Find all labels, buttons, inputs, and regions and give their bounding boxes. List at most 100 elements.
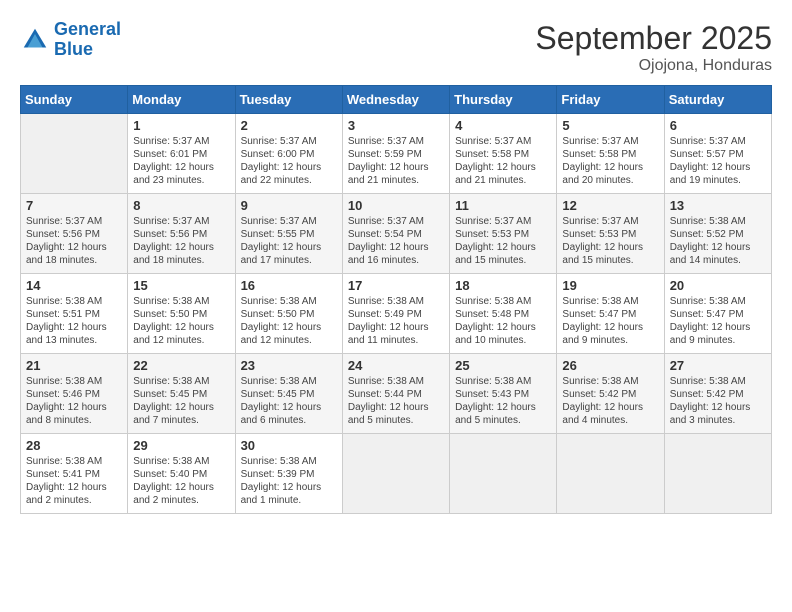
cell-info: Sunrise: 5:38 AM Sunset: 5:42 PM Dayligh… <box>670 375 766 427</box>
calendar-cell: 23 Sunrise: 5:38 AM Sunset: 5:45 PM Dayli… <box>235 354 342 434</box>
column-header-tuesday: Tuesday <box>235 86 342 114</box>
calendar-cell: 18 Sunrise: 5:38 AM Sunset: 5:48 PM Dayli… <box>450 274 557 354</box>
calendar-cell: 30 Sunrise: 5:38 AM Sunset: 5:39 PM Dayli… <box>235 434 342 514</box>
day-number: 29 <box>133 438 229 453</box>
calendar-cell <box>664 434 771 514</box>
day-number: 22 <box>133 358 229 373</box>
cell-info: Sunrise: 5:38 AM Sunset: 5:43 PM Dayligh… <box>455 375 551 427</box>
title-section: September 2025 Ojojona, Honduras <box>535 20 772 75</box>
calendar-cell <box>450 434 557 514</box>
cell-info: Sunrise: 5:38 AM Sunset: 5:39 PM Dayligh… <box>241 455 337 507</box>
calendar-cell <box>342 434 449 514</box>
day-number: 6 <box>670 118 766 133</box>
column-header-friday: Friday <box>557 86 664 114</box>
cell-info: Sunrise: 5:37 AM Sunset: 5:59 PM Dayligh… <box>348 135 444 187</box>
cell-info: Sunrise: 5:38 AM Sunset: 5:45 PM Dayligh… <box>241 375 337 427</box>
calendar-cell: 3 Sunrise: 5:37 AM Sunset: 5:59 PM Daylig… <box>342 114 449 194</box>
day-number: 20 <box>670 278 766 293</box>
column-header-thursday: Thursday <box>450 86 557 114</box>
cell-info: Sunrise: 5:37 AM Sunset: 5:56 PM Dayligh… <box>133 215 229 267</box>
calendar-cell: 15 Sunrise: 5:38 AM Sunset: 5:50 PM Dayli… <box>128 274 235 354</box>
calendar-cell: 2 Sunrise: 5:37 AM Sunset: 6:00 PM Daylig… <box>235 114 342 194</box>
calendar-cell: 14 Sunrise: 5:38 AM Sunset: 5:51 PM Dayli… <box>21 274 128 354</box>
calendar-cell: 1 Sunrise: 5:37 AM Sunset: 6:01 PM Daylig… <box>128 114 235 194</box>
cell-info: Sunrise: 5:38 AM Sunset: 5:47 PM Dayligh… <box>670 295 766 347</box>
calendar-cell: 11 Sunrise: 5:37 AM Sunset: 5:53 PM Dayli… <box>450 194 557 274</box>
day-number: 18 <box>455 278 551 293</box>
day-number: 15 <box>133 278 229 293</box>
calendar-week-row: 28Sunrise: 5:38 AM Sunset: 5:41 PM Dayli… <box>21 434 772 514</box>
day-number: 17 <box>348 278 444 293</box>
calendar-cell: 7 Sunrise: 5:37 AM Sunset: 5:56 PM Daylig… <box>21 194 128 274</box>
day-number: 27 <box>670 358 766 373</box>
cell-info: Sunrise: 5:38 AM Sunset: 5:45 PM Dayligh… <box>133 375 229 427</box>
cell-info: Sunrise: 5:37 AM Sunset: 5:58 PM Dayligh… <box>562 135 658 187</box>
day-number: 8 <box>133 198 229 213</box>
cell-info: Sunrise: 5:37 AM Sunset: 5:57 PM Dayligh… <box>670 135 766 187</box>
calendar-cell: 9 Sunrise: 5:37 AM Sunset: 5:55 PM Daylig… <box>235 194 342 274</box>
page-header: General Blue September 2025 Ojojona, Hon… <box>20 20 772 75</box>
calendar-cell: 13 Sunrise: 5:38 AM Sunset: 5:52 PM Dayli… <box>664 194 771 274</box>
cell-info: Sunrise: 5:38 AM Sunset: 5:49 PM Dayligh… <box>348 295 444 347</box>
calendar-cell: 27 Sunrise: 5:38 AM Sunset: 5:42 PM Dayli… <box>664 354 771 434</box>
calendar-cell: 4Sunrise: 5:37 AM Sunset: 5:58 PM Daylig… <box>450 114 557 194</box>
calendar-cell: 20 Sunrise: 5:38 AM Sunset: 5:47 PM Dayli… <box>664 274 771 354</box>
day-number: 24 <box>348 358 444 373</box>
cell-info: Sunrise: 5:38 AM Sunset: 5:48 PM Dayligh… <box>455 295 551 347</box>
day-number: 2 <box>241 118 337 133</box>
cell-info: Sunrise: 5:38 AM Sunset: 5:47 PM Dayligh… <box>562 295 658 347</box>
cell-info: Sunrise: 5:37 AM Sunset: 6:00 PM Dayligh… <box>241 135 337 187</box>
logo-text: General Blue <box>54 20 121 60</box>
day-number: 9 <box>241 198 337 213</box>
calendar-cell: 16Sunrise: 5:38 AM Sunset: 5:50 PM Dayli… <box>235 274 342 354</box>
day-number: 11 <box>455 198 551 213</box>
calendar-cell: 17 Sunrise: 5:38 AM Sunset: 5:49 PM Dayli… <box>342 274 449 354</box>
calendar-week-row: 14 Sunrise: 5:38 AM Sunset: 5:51 PM Dayli… <box>21 274 772 354</box>
calendar-cell: 12 Sunrise: 5:37 AM Sunset: 5:53 PM Dayli… <box>557 194 664 274</box>
calendar-cell: 8 Sunrise: 5:37 AM Sunset: 5:56 PM Daylig… <box>128 194 235 274</box>
calendar-cell: 22 Sunrise: 5:38 AM Sunset: 5:45 PM Dayli… <box>128 354 235 434</box>
day-number: 7 <box>26 198 122 213</box>
day-number: 3 <box>348 118 444 133</box>
logo-icon <box>20 25 50 55</box>
day-number: 12 <box>562 198 658 213</box>
day-number: 5 <box>562 118 658 133</box>
calendar-cell <box>557 434 664 514</box>
cell-info: Sunrise: 5:38 AM Sunset: 5:51 PM Dayligh… <box>26 295 122 347</box>
calendar-week-row: 7 Sunrise: 5:37 AM Sunset: 5:56 PM Daylig… <box>21 194 772 274</box>
calendar-table: SundayMondayTuesdayWednesdayThursdayFrid… <box>20 85 772 514</box>
column-header-saturday: Saturday <box>664 86 771 114</box>
calendar-cell: 29Sunrise: 5:38 AM Sunset: 5:40 PM Dayli… <box>128 434 235 514</box>
cell-info: Sunrise: 5:37 AM Sunset: 5:56 PM Dayligh… <box>26 215 122 267</box>
day-number: 28 <box>26 438 122 453</box>
cell-info: Sunrise: 5:38 AM Sunset: 5:52 PM Dayligh… <box>670 215 766 267</box>
day-number: 1 <box>133 118 229 133</box>
cell-info: Sunrise: 5:37 AM Sunset: 5:55 PM Dayligh… <box>241 215 337 267</box>
location-subtitle: Ojojona, Honduras <box>535 57 772 75</box>
column-header-monday: Monday <box>128 86 235 114</box>
day-number: 21 <box>26 358 122 373</box>
cell-info: Sunrise: 5:37 AM Sunset: 6:01 PM Dayligh… <box>133 135 229 187</box>
cell-info: Sunrise: 5:37 AM Sunset: 5:54 PM Dayligh… <box>348 215 444 267</box>
cell-info: Sunrise: 5:38 AM Sunset: 5:50 PM Dayligh… <box>133 295 229 347</box>
cell-info: Sunrise: 5:37 AM Sunset: 5:53 PM Dayligh… <box>455 215 551 267</box>
day-number: 23 <box>241 358 337 373</box>
day-number: 30 <box>241 438 337 453</box>
day-number: 14 <box>26 278 122 293</box>
day-number: 13 <box>670 198 766 213</box>
calendar-cell <box>21 114 128 194</box>
calendar-cell: 6 Sunrise: 5:37 AM Sunset: 5:57 PM Daylig… <box>664 114 771 194</box>
day-number: 26 <box>562 358 658 373</box>
cell-info: Sunrise: 5:37 AM Sunset: 5:58 PM Dayligh… <box>455 135 551 187</box>
calendar-cell: 21Sunrise: 5:38 AM Sunset: 5:46 PM Dayli… <box>21 354 128 434</box>
calendar-cell: 10Sunrise: 5:37 AM Sunset: 5:54 PM Dayli… <box>342 194 449 274</box>
day-number: 16 <box>241 278 337 293</box>
column-header-wednesday: Wednesday <box>342 86 449 114</box>
calendar-cell: 26Sunrise: 5:38 AM Sunset: 5:42 PM Dayli… <box>557 354 664 434</box>
calendar-week-row: 1 Sunrise: 5:37 AM Sunset: 6:01 PM Daylig… <box>21 114 772 194</box>
calendar-cell: 24Sunrise: 5:38 AM Sunset: 5:44 PM Dayli… <box>342 354 449 434</box>
cell-info: Sunrise: 5:37 AM Sunset: 5:53 PM Dayligh… <box>562 215 658 267</box>
column-header-sunday: Sunday <box>21 86 128 114</box>
calendar-header-row: SundayMondayTuesdayWednesdayThursdayFrid… <box>21 86 772 114</box>
day-number: 25 <box>455 358 551 373</box>
